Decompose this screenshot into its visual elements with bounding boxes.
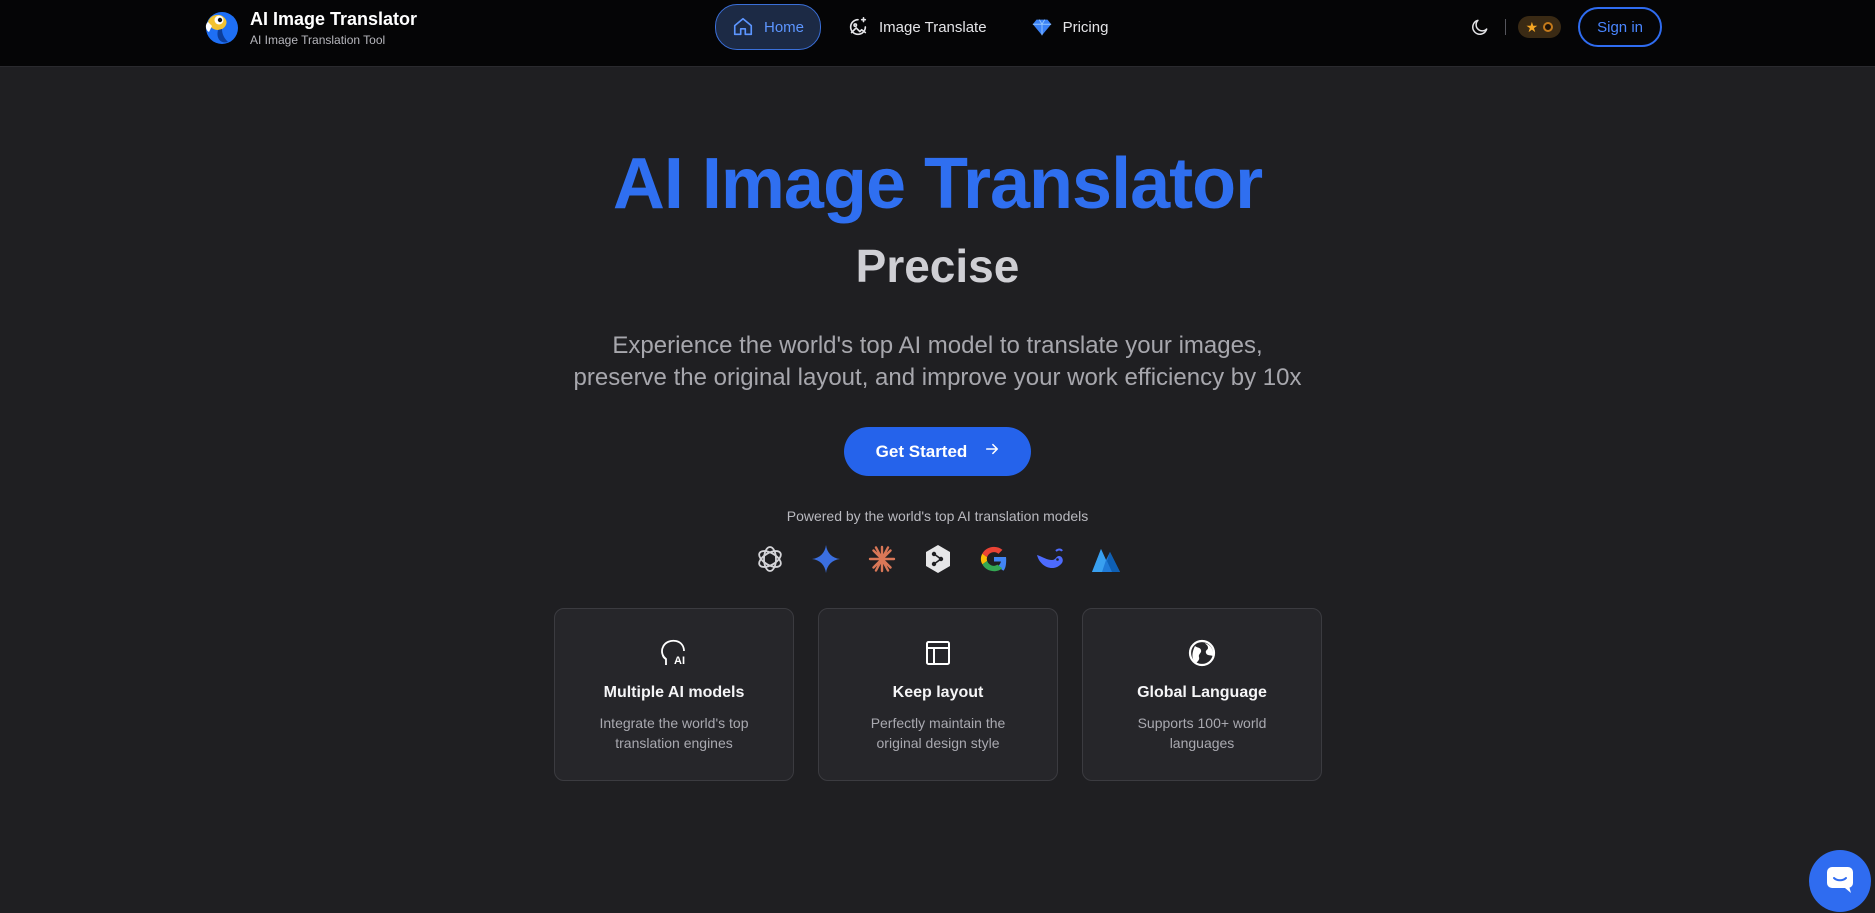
layout-icon: [922, 637, 954, 669]
chat-icon: [1823, 862, 1857, 901]
nav-image-translate-label: Image Translate: [879, 18, 987, 36]
arrow-right-icon: [985, 442, 999, 461]
azure-logo-icon: [1088, 541, 1124, 577]
feature-description: Integrate the world's top translation en…: [599, 715, 749, 751]
moon-icon[interactable]: [1467, 14, 1493, 40]
feature-description: Perfectly maintain the original design s…: [870, 715, 1006, 751]
top-navbar: AI Image Translator AI Image Translation…: [0, 0, 1875, 67]
brand-subtitle: AI Image Translation Tool: [250, 33, 386, 47]
nav-home-label: Home: [764, 18, 805, 36]
gemini-logo-icon: [808, 541, 844, 577]
home-icon: [732, 16, 754, 38]
google-logo-icon: [976, 541, 1012, 577]
main-nav: Home Image Translate Pricing: [715, 4, 1134, 50]
nav-image-translate[interactable]: Image Translate: [829, 4, 1005, 50]
credits-badge[interactable]: ★: [1517, 16, 1562, 38]
feature-title: Multiple AI models: [603, 684, 745, 701]
get-started-button[interactable]: Get Started: [844, 427, 1031, 476]
feature-card-multiple-ai: AI Multiple AI models Integrate the worl…: [554, 608, 794, 781]
hero-subtitle: Precise: [855, 240, 1020, 292]
star-icon: ★: [1525, 19, 1539, 35]
nav-divider: [1504, 19, 1506, 35]
coin-icon: [1543, 22, 1554, 32]
diamond-icon: [1031, 16, 1053, 38]
brand-text: AI Image Translator AI Image Translation…: [250, 8, 417, 48]
hero-description-line-1: Experience the world's top AI model to t…: [612, 332, 1263, 359]
sign-in-button[interactable]: Sign in: [1578, 7, 1662, 47]
globe-icon: [1186, 637, 1218, 669]
brand-home-link[interactable]: AI Image Translator AI Image Translation…: [200, 8, 417, 48]
chat-widget-button[interactable]: [1809, 850, 1871, 912]
nav-pricing-label: Pricing: [1062, 18, 1109, 36]
ai-head-icon: AI: [658, 637, 690, 669]
nav-home[interactable]: Home: [715, 4, 822, 50]
deepl-logo-icon: [920, 541, 956, 577]
openai-logo-icon: [752, 541, 788, 577]
feature-title: Global Language: [1137, 684, 1267, 701]
parrot-logo-icon: [200, 8, 240, 48]
feature-cards: AI Multiple AI models Integrate the worl…: [554, 608, 1322, 781]
nav-pricing[interactable]: Pricing: [1013, 4, 1127, 50]
get-started-label: Get Started: [875, 441, 968, 461]
claude-logo-icon: [864, 541, 900, 577]
feature-card-global-language: Global Language Supports 100+ world lang…: [1082, 608, 1322, 781]
hero-title: AI Image Translator: [612, 144, 1263, 224]
powered-by-text: Powered by the world's top AI translatio…: [786, 508, 1089, 524]
hero-description-line-2: preserve the original layout, and improv…: [573, 364, 1302, 391]
brand-title: AI Image Translator: [250, 9, 418, 29]
feature-card-keep-layout: Keep layout Perfectly maintain the origi…: [818, 608, 1058, 781]
nav-right-actions: ★ Sign in: [1467, 7, 1662, 47]
hero-description: Experience the world's top AI model to t…: [0, 330, 1875, 394]
feature-title: Keep layout: [892, 684, 984, 701]
feature-description: Supports 100+ world languages: [1137, 715, 1267, 751]
deepseek-logo-icon: [1032, 541, 1068, 577]
model-logos-row: [752, 541, 1144, 577]
sparkle-image-icon: [847, 16, 869, 38]
svg-text:AI: AI: [674, 655, 685, 667]
